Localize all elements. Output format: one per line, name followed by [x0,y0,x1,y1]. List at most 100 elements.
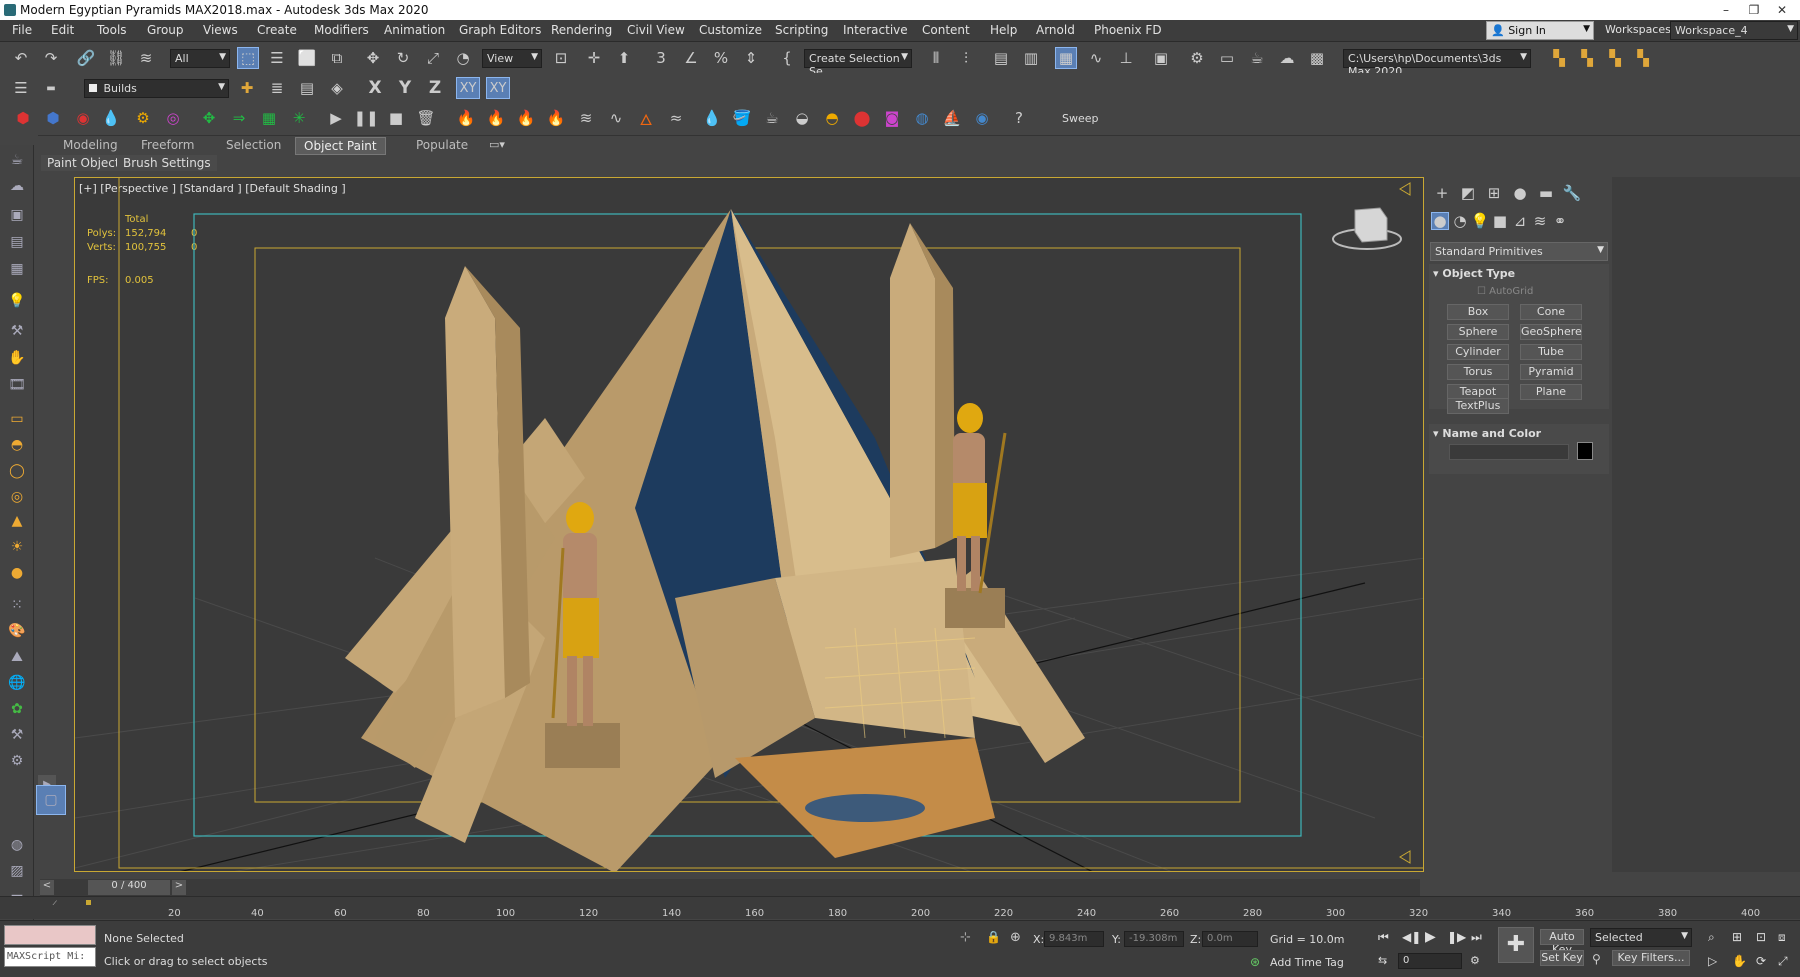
disc-yellow-icon[interactable]: ● [6,563,28,583]
project-path-dropdown[interactable]: C:\Users\hp\Documents\3ds Max 2020 ▼ [1343,49,1531,78]
tab-populate[interactable]: Populate [408,137,476,153]
mountain-icon[interactable]: ⛰ [6,647,28,667]
time-slider[interactable]: < 0 / 400 > [40,879,1420,896]
ocean-icon[interactable]: ⛵ [941,107,963,129]
axis-xy-button[interactable]: XY [456,77,480,99]
tab-selection[interactable]: Selection [218,137,289,153]
systems-icon[interactable]: ⚭ [1551,212,1569,230]
scale-icon[interactable]: ⤢ [422,47,444,69]
rotate-icon[interactable]: ↻ [392,47,414,69]
teapot-icon[interactable]: ☕ [6,150,28,170]
archive-folder-icon[interactable]: ▚ [1632,47,1654,69]
sphere-yellow-icon[interactable]: ◯ [6,461,28,481]
bulb-icon[interactable]: 💡 [6,291,28,311]
zoom-all-icon[interactable]: ⊞ [1732,930,1742,944]
cameras-icon[interactable]: ■ [1491,212,1509,230]
snap-3d-icon[interactable]: 3 [650,47,672,69]
menu-civil-view[interactable]: Civil View [627,23,685,37]
mirror-icon[interactable]: ⫴ [925,47,947,69]
ripple-icon[interactable]: ◍ [911,107,933,129]
project-folder-icon[interactable]: ▚ [1548,47,1570,69]
menu-file[interactable]: File [12,23,32,37]
burst-green-icon[interactable]: ✳ [288,107,310,129]
create-layer-icon[interactable]: ✚ [236,77,258,99]
gear-yellow-icon[interactable]: ⚙ [132,107,154,129]
align-icon[interactable]: ⫶ [955,47,977,69]
angle-snap-icon[interactable]: ∠ [680,47,702,69]
fluid-icon[interactable]: ≈ [665,107,687,129]
curve-editor-icon[interactable]: ∿ [1085,47,1107,69]
workspace-dropdown[interactable]: Workspace_4 ▼ [1670,21,1798,40]
cone-button[interactable]: Cone [1520,304,1582,320]
stop-icon[interactable]: ■ [385,107,407,129]
fire-particles-icon[interactable]: 🔥 [545,107,567,129]
subtab-brush-settings[interactable]: Brush Settings [117,155,217,171]
wave-icon[interactable]: ◓ [821,107,843,129]
undo-icon[interactable]: ↶ [10,47,32,69]
pause-icon[interactable]: ❚❚ [353,107,378,129]
rectangular-selection-icon[interactable]: ⬜ [296,47,318,69]
play-animation-icon[interactable]: ▶ [1425,929,1436,945]
menu-rendering[interactable]: Rendering [551,23,612,37]
grid-dots-icon[interactable]: ⁙ [6,595,28,615]
lock-selection-icon[interactable]: 🔒 [986,930,1001,944]
vortex-icon[interactable]: ∿ [605,107,627,129]
axis-y-button[interactable]: Y [394,77,416,99]
menu-phoenix-fd[interactable]: Phoenix FD [1094,23,1162,37]
selection-filter-dropdown[interactable]: All ▼ [170,49,230,68]
x-coordinate-field[interactable]: 9.843m [1044,931,1104,947]
menu-arnold[interactable]: Arnold [1036,23,1075,37]
motion-tab-icon[interactable]: ● [1509,182,1531,204]
menu-content[interactable]: Content [922,23,970,37]
material-editor-icon[interactable]: ▣ [1150,47,1172,69]
object-type-header[interactable]: ▾ Object Type [1433,267,1515,280]
menu-graph-editors[interactable]: Graph Editors [459,23,541,37]
place-icon[interactable]: ◔ [452,47,474,69]
geometry-icon[interactable]: ● [1431,212,1449,230]
paint-icon[interactable]: 🎨 [6,621,28,641]
render-shortcuts-icon[interactable]: ▩ [1306,47,1328,69]
cube-red-icon[interactable]: ⬢ [12,107,34,129]
y-coordinate-field[interactable]: -19.308m [1124,931,1184,947]
goto-start-icon[interactable]: ⏮ [1378,930,1389,945]
tab-object-paint[interactable]: Object Paint [295,137,386,155]
help-icon[interactable]: ? [1008,107,1030,129]
sign-in-dropdown[interactable]: 👤 Sign In ▼ [1486,21,1594,40]
wind-icon[interactable]: ≋ [575,107,597,129]
tab-freeform[interactable]: Freeform [133,137,202,153]
bucket-icon[interactable]: 🪣 [731,107,753,129]
utilities-tab-icon[interactable]: 🔧 [1561,182,1583,204]
z-coordinate-field[interactable]: 0.0m [1202,931,1258,947]
menu-edit[interactable]: Edit [51,23,74,37]
menu-views[interactable]: Views [203,23,238,37]
drop-icon[interactable]: 💧 [100,107,122,129]
redo-icon[interactable]: ↷ [40,47,62,69]
rig-icon[interactable]: ⚙ [6,751,28,771]
pivot-center-icon[interactable]: ⊡ [550,47,572,69]
set-key-big-button[interactable]: ✚ [1498,927,1534,963]
ribbon-options-icon[interactable]: ▭▾ [489,138,505,151]
render-cloud-icon[interactable]: ☁ [1276,47,1298,69]
menu-list-icon[interactable]: ☰ [10,77,32,99]
ring-purple-icon[interactable]: ◎ [162,107,184,129]
move-green-icon[interactable]: ✥ [198,107,220,129]
cube-blue-icon[interactable]: ⬢ [42,107,64,129]
menu-interactive[interactable]: Interactive [843,23,908,37]
play-icon[interactable]: ▶ [325,107,347,129]
create-selection-set-dropdown[interactable]: Create Selection Se ▼ [804,49,912,78]
object-name-input[interactable] [1449,444,1569,460]
axis-z-button[interactable]: Z [424,77,446,99]
menu-help[interactable]: Help [990,23,1017,37]
viewport-layout-icon[interactable]: ▢ [36,785,66,815]
layer-select-icon[interactable]: ◈ [326,77,348,99]
time-next-button[interactable]: > [172,880,186,895]
fire-source-icon[interactable]: 🔥 [485,107,507,129]
sphere-button[interactable]: Sphere [1447,324,1509,340]
hierarchy-tab-icon[interactable]: ⊞ [1483,182,1505,204]
key-mode-icon[interactable]: ⇆ [1378,954,1387,967]
tab-modeling[interactable]: Modeling [55,137,126,153]
torus-yellow-icon[interactable]: ◎ [6,487,28,507]
minimize-button[interactable]: – [1714,0,1738,20]
open-folder-icon[interactable]: ▚ [1576,47,1598,69]
key-selection-dropdown[interactable]: Selected ▼ [1590,928,1692,947]
